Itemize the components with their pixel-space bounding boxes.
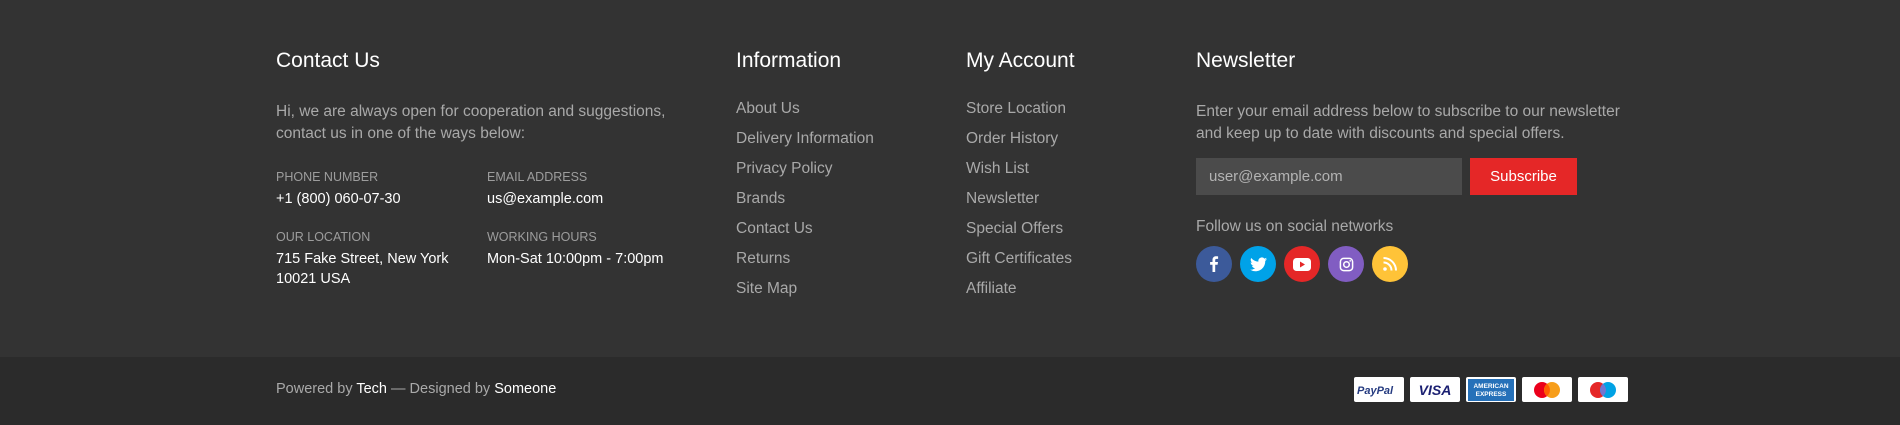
contact-intro: Hi, we are always open for cooperation a…	[276, 103, 666, 142]
information-title: Information	[736, 49, 842, 72]
link-newsletter[interactable]: Newsletter	[966, 190, 1072, 220]
location-block: Our Location 715 Fake Street, New York 1…	[276, 229, 476, 289]
visa-badge: VISA	[1410, 377, 1460, 402]
link-affiliate[interactable]: Affiliate	[966, 280, 1072, 310]
mastercard-badge	[1522, 377, 1572, 402]
instagram-icon	[1339, 257, 1353, 271]
rss-icon	[1383, 257, 1397, 271]
american-express-icon: AMERICAN EXPRESS	[1468, 378, 1514, 401]
visa-text: VISA	[1419, 382, 1452, 398]
link-delivery-information[interactable]: Delivery Information	[736, 130, 874, 160]
link-order-history[interactable]: Order History	[966, 130, 1072, 160]
youtube-link[interactable]	[1284, 246, 1320, 282]
phone-value: +1 (800) 060-07-30	[276, 191, 401, 207]
paypal-badge: PayPal	[1354, 377, 1404, 402]
email-block: Email Address us@example.com	[487, 169, 687, 209]
facebook-link[interactable]	[1196, 246, 1232, 282]
link-wish-list[interactable]: Wish List	[966, 160, 1072, 190]
link-contact-us[interactable]: Contact Us	[736, 220, 874, 250]
follow-label: Follow us on social networks	[1196, 218, 1394, 235]
credits: Powered by Tech — Designed by Someone	[276, 381, 556, 397]
svg-text:EXPRESS: EXPRESS	[1476, 391, 1507, 398]
link-gift-certificates[interactable]: Gift Certificates	[966, 250, 1072, 280]
paypal-text-pay: PayPal	[1357, 385, 1394, 397]
instagram-link[interactable]	[1328, 246, 1364, 282]
social-links	[1196, 246, 1408, 282]
amex-badge: AMERICAN EXPRESS	[1466, 377, 1516, 402]
twitter-icon	[1249, 257, 1267, 271]
account-title: My Account	[966, 49, 1075, 72]
rss-link[interactable]	[1372, 246, 1408, 282]
location-label: Our Location	[276, 230, 371, 244]
link-special-offers[interactable]: Special Offers	[966, 220, 1072, 250]
paypal-icon: PayPal	[1357, 385, 1394, 397]
youtube-icon	[1293, 257, 1311, 271]
link-site-map[interactable]: Site Map	[736, 280, 874, 310]
footer-bottom-bar: Powered by Tech — Designed by Someone Pa…	[0, 357, 1900, 425]
subscribe-button[interactable]: Subscribe	[1470, 158, 1577, 195]
twitter-link[interactable]	[1240, 246, 1276, 282]
svg-text:AMERICAN: AMERICAN	[1473, 383, 1508, 390]
link-privacy-policy[interactable]: Privacy Policy	[736, 160, 874, 190]
newsletter-text: Enter your email address below to subscr…	[1196, 103, 1620, 142]
email-label: Email Address	[487, 170, 588, 184]
newsletter-title: Newsletter	[1196, 49, 1296, 72]
location-value: 715 Fake Street, New York 10021 USA	[276, 251, 449, 287]
hours-label: Working Hours	[487, 230, 597, 244]
maestro-icon	[1590, 381, 1616, 398]
link-store-location[interactable]: Store Location	[966, 100, 1072, 130]
account-links: Store Location Order History Wish List N…	[966, 100, 1072, 310]
designed-by-text: — Designed by	[387, 381, 495, 397]
subscribe-form: Subscribe	[1196, 158, 1577, 195]
phone-label: Phone Number	[276, 170, 379, 184]
email-value: us@example.com	[487, 191, 604, 207]
payment-methods: PayPal VISA AMERICAN EXPRESS	[1354, 377, 1628, 402]
mastercard-icon	[1534, 381, 1560, 398]
link-returns[interactable]: Returns	[736, 250, 874, 280]
facebook-icon	[1210, 256, 1219, 272]
hours-value: Mon-Sat 10:00pm - 7:00pm	[487, 251, 664, 267]
information-links: About Us Delivery Information Privacy Po…	[736, 100, 874, 310]
someone-link[interactable]: Someone	[494, 381, 556, 397]
site-footer: Contact Us Hi, we are always open for co…	[0, 0, 1900, 357]
link-brands[interactable]: Brands	[736, 190, 874, 220]
contact-title: Contact Us	[276, 49, 380, 72]
link-about-us[interactable]: About Us	[736, 100, 874, 130]
visa-icon: VISA	[1419, 382, 1452, 398]
hours-block: Working Hours Mon-Sat 10:00pm - 7:00pm	[487, 229, 687, 269]
tech-link[interactable]: Tech	[356, 381, 387, 397]
phone-block: Phone Number +1 (800) 060-07-30	[276, 169, 476, 209]
maestro-badge	[1578, 377, 1628, 402]
powered-by-text: Powered by	[276, 381, 353, 397]
newsletter-email-input[interactable]	[1196, 158, 1462, 195]
